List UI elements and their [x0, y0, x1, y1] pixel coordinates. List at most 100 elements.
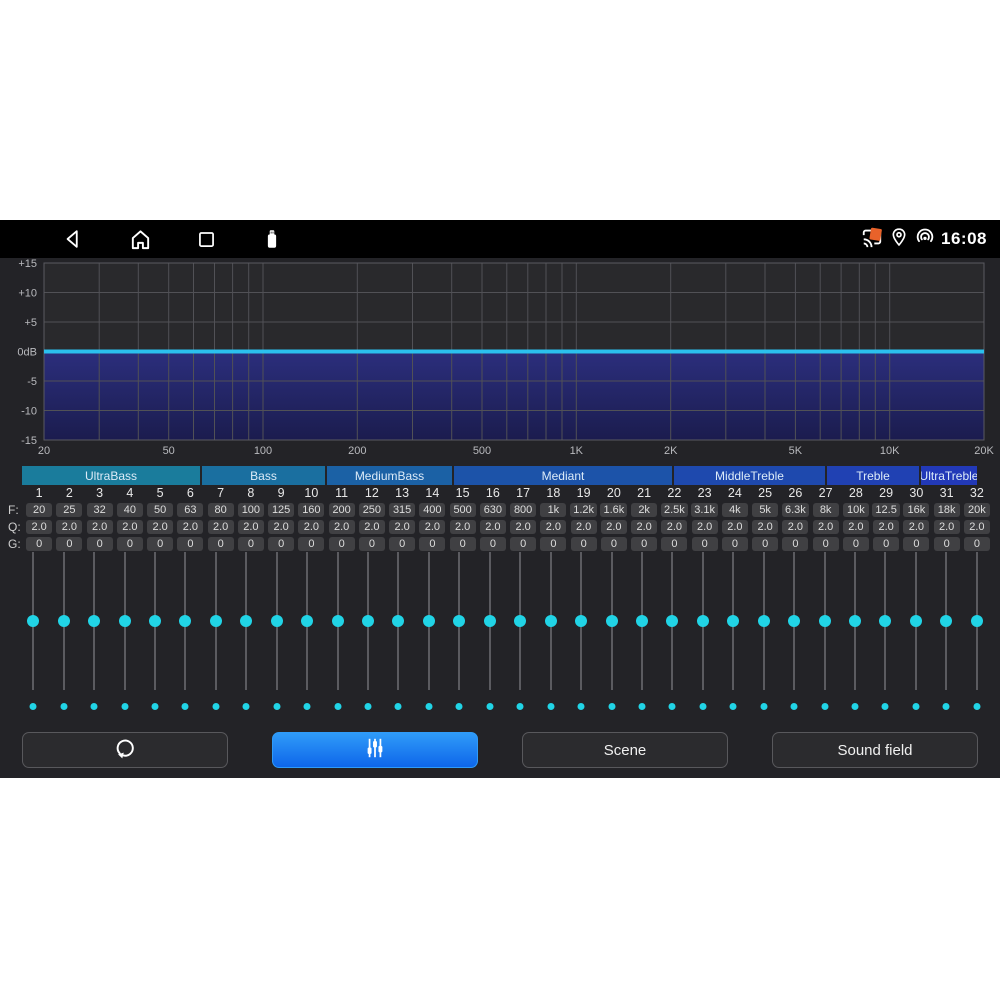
q-value-chip[interactable]: 2.0 — [538, 520, 568, 534]
reset-button[interactable] — [22, 732, 228, 768]
f-value-chip[interactable]: 8k — [811, 503, 841, 517]
gain-slider[interactable] — [962, 550, 992, 722]
q-value-chip[interactable]: 2.0 — [54, 520, 84, 534]
f-value-chip[interactable]: 40 — [115, 503, 145, 517]
f-value-chip[interactable]: 315 — [387, 503, 417, 517]
gain-slider[interactable] — [322, 550, 352, 722]
q-value-chip[interactable]: 2.0 — [115, 520, 145, 534]
g-value-chip[interactable]: 0 — [780, 537, 810, 551]
q-value-chip[interactable]: 2.0 — [296, 520, 326, 534]
g-value-chip[interactable]: 0 — [962, 537, 992, 551]
sound-field-button[interactable]: Sound field — [772, 732, 978, 768]
g-value-chip[interactable]: 0 — [690, 537, 720, 551]
scene-button[interactable]: Scene — [522, 732, 728, 768]
gain-slider[interactable] — [931, 550, 961, 722]
f-value-chip[interactable]: 125 — [266, 503, 296, 517]
q-value-chip[interactable]: 2.0 — [236, 520, 266, 534]
g-value-chip[interactable]: 0 — [901, 537, 931, 551]
q-value-chip[interactable]: 2.0 — [750, 520, 780, 534]
slider-knob[interactable] — [758, 615, 770, 627]
gain-slider[interactable] — [353, 550, 383, 722]
g-value-chip[interactable]: 0 — [417, 537, 447, 551]
slider-knob[interactable] — [453, 615, 465, 627]
slider-knob[interactable] — [484, 615, 496, 627]
slider-knob[interactable] — [879, 615, 891, 627]
f-value-chip[interactable]: 630 — [478, 503, 508, 517]
f-value-chip[interactable]: 400 — [417, 503, 447, 517]
gain-slider[interactable] — [109, 550, 139, 722]
g-value-chip[interactable]: 0 — [811, 537, 841, 551]
band-segment-ultrabass[interactable]: UltraBass — [22, 466, 200, 485]
q-value-chip[interactable]: 2.0 — [569, 520, 599, 534]
q-value-chip[interactable]: 2.0 — [145, 520, 175, 534]
slider-knob[interactable] — [240, 615, 252, 627]
slider-knob[interactable] — [666, 615, 678, 627]
q-value-chip[interactable]: 2.0 — [811, 520, 841, 534]
gain-slider[interactable] — [535, 550, 565, 722]
gain-slider[interactable] — [901, 550, 931, 722]
gain-slider[interactable] — [688, 550, 718, 722]
f-value-chip[interactable]: 32 — [85, 503, 115, 517]
slider-knob[interactable] — [697, 615, 709, 627]
gain-slider[interactable] — [48, 550, 78, 722]
f-value-chip[interactable]: 12.5 — [871, 503, 901, 517]
g-value-chip[interactable]: 0 — [24, 537, 54, 551]
q-value-chip[interactable]: 2.0 — [175, 520, 205, 534]
q-value-chip[interactable]: 2.0 — [720, 520, 750, 534]
slider-knob[interactable] — [940, 615, 952, 627]
g-value-chip[interactable]: 0 — [871, 537, 901, 551]
g-value-chip[interactable]: 0 — [448, 537, 478, 551]
g-value-chip[interactable]: 0 — [175, 537, 205, 551]
q-value-chip[interactable]: 2.0 — [266, 520, 296, 534]
g-value-chip[interactable]: 0 — [599, 537, 629, 551]
f-value-chip[interactable]: 200 — [327, 503, 357, 517]
g-value-chip[interactable]: 0 — [296, 537, 326, 551]
slider-knob[interactable] — [971, 615, 983, 627]
q-value-chip[interactable]: 2.0 — [357, 520, 387, 534]
slider-knob[interactable] — [301, 615, 313, 627]
gain-slider[interactable] — [657, 550, 687, 722]
gain-slider[interactable] — [140, 550, 170, 722]
gain-slider[interactable] — [870, 550, 900, 722]
gain-slider[interactable] — [292, 550, 322, 722]
q-value-chip[interactable]: 2.0 — [85, 520, 115, 534]
g-value-chip[interactable]: 0 — [932, 537, 962, 551]
q-value-chip[interactable]: 2.0 — [478, 520, 508, 534]
gain-slider[interactable] — [809, 550, 839, 722]
f-value-chip[interactable]: 1.2k — [569, 503, 599, 517]
slider-knob[interactable] — [788, 615, 800, 627]
q-value-chip[interactable]: 2.0 — [690, 520, 720, 534]
f-value-chip[interactable]: 100 — [236, 503, 266, 517]
f-value-chip[interactable]: 50 — [145, 503, 175, 517]
slider-knob[interactable] — [27, 615, 39, 627]
g-value-chip[interactable]: 0 — [357, 537, 387, 551]
slider-knob[interactable] — [88, 615, 100, 627]
slider-knob[interactable] — [392, 615, 404, 627]
gain-slider[interactable] — [566, 550, 596, 722]
slider-knob[interactable] — [423, 615, 435, 627]
g-value-chip[interactable]: 0 — [659, 537, 689, 551]
q-value-chip[interactable]: 2.0 — [780, 520, 810, 534]
gain-slider[interactable] — [627, 550, 657, 722]
gain-slider[interactable] — [18, 550, 48, 722]
q-value-chip[interactable]: 2.0 — [206, 520, 236, 534]
q-value-chip[interactable]: 2.0 — [932, 520, 962, 534]
f-value-chip[interactable]: 800 — [508, 503, 538, 517]
g-value-chip[interactable]: 0 — [85, 537, 115, 551]
home-icon[interactable] — [128, 227, 152, 251]
g-value-chip[interactable]: 0 — [569, 537, 599, 551]
g-value-chip[interactable]: 0 — [841, 537, 871, 551]
gain-slider[interactable] — [414, 550, 444, 722]
f-value-chip[interactable]: 16k — [901, 503, 931, 517]
f-value-chip[interactable]: 80 — [206, 503, 236, 517]
slider-knob[interactable] — [210, 615, 222, 627]
q-value-chip[interactable]: 2.0 — [508, 520, 538, 534]
slider-knob[interactable] — [271, 615, 283, 627]
q-value-chip[interactable]: 2.0 — [24, 520, 54, 534]
slider-knob[interactable] — [575, 615, 587, 627]
slider-knob[interactable] — [910, 615, 922, 627]
q-value-chip[interactable]: 2.0 — [448, 520, 478, 534]
back-icon[interactable] — [62, 227, 86, 251]
slider-knob[interactable] — [149, 615, 161, 627]
slider-knob[interactable] — [332, 615, 344, 627]
